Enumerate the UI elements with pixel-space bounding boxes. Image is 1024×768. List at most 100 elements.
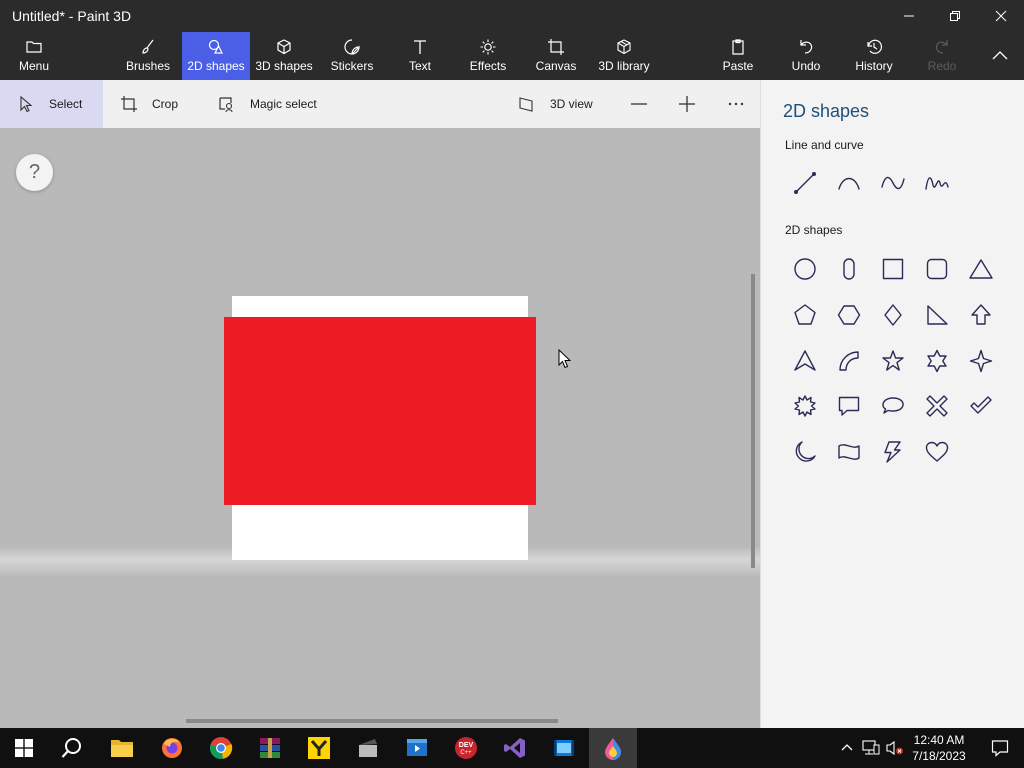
taskbar-file-explorer[interactable] [98, 728, 146, 768]
taskbar-paint-3d[interactable] [589, 728, 637, 768]
canvas-area[interactable]: ? [0, 128, 760, 728]
shape-right-triangle[interactable] [920, 298, 954, 332]
panel-title: 2D shapes [783, 101, 870, 121]
media-player-icon [554, 740, 574, 756]
taskbar-dev-cpp[interactable]: DEV C++ [442, 728, 490, 768]
diamond-icon [884, 304, 902, 326]
canvas-icon [548, 39, 564, 55]
magic-select-label: Magic select [250, 97, 317, 111]
magic-select-button[interactable]: Magic select [218, 80, 317, 128]
tab-brushes[interactable]: Brushes [120, 32, 176, 80]
shape-banner[interactable] [832, 435, 866, 469]
line-tool[interactable] [788, 166, 822, 200]
taskbar-movie-maker[interactable] [393, 728, 441, 768]
shape-five-point-star[interactable] [876, 344, 910, 378]
shape-heart[interactable] [920, 435, 954, 469]
taskbar-firefox[interactable] [148, 728, 196, 768]
shape-arrowhead[interactable] [788, 344, 822, 378]
taskbar-winrar[interactable] [246, 728, 294, 768]
ribbon: Menu Brushes 2D shapes 3D shapes Sticker… [0, 32, 1024, 80]
two-point-curve-tool[interactable] [876, 166, 910, 200]
three-point-curve-tool[interactable] [920, 166, 954, 200]
tab-label: Brushes [125, 59, 171, 73]
square-icon [882, 258, 904, 280]
menu-button[interactable]: Menu [12, 32, 56, 80]
tab-3d-shapes[interactable]: 3D shapes [254, 32, 314, 80]
tab-label: Effects [469, 59, 507, 73]
x-mark-icon [926, 395, 948, 417]
paste-button[interactable]: Paste [718, 32, 758, 80]
toolbar: Select Crop Magic select 3D view [0, 80, 760, 128]
3d-library-icon [617, 39, 631, 55]
undo-button[interactable]: Undo [786, 32, 826, 80]
chevron-up-icon [992, 51, 1008, 60]
more-options-button[interactable] [727, 80, 759, 128]
history-label: History [855, 59, 893, 73]
help-button[interactable]: ? [16, 154, 53, 191]
curve-icon [838, 177, 860, 190]
speech-bubble-icon [838, 396, 860, 416]
3d-view-button[interactable]: 3D view [518, 80, 593, 128]
select-button[interactable]: Select [0, 80, 103, 128]
shape-quarter-circle[interactable] [832, 344, 866, 378]
tab-text[interactable]: Text [400, 32, 440, 80]
shape-circle[interactable] [788, 252, 822, 286]
taskbar-video-app[interactable] [344, 728, 392, 768]
search-button[interactable] [48, 728, 96, 768]
system-clock[interactable]: 12:40 AM 7/18/2023 [904, 732, 974, 764]
redo-button[interactable]: Redo [924, 32, 960, 80]
shape-thought-bubble[interactable] [876, 389, 910, 423]
tab-effects[interactable]: Effects [466, 32, 510, 80]
red-rectangle-shape[interactable] [224, 317, 536, 505]
shape-speech-bubble[interactable] [832, 389, 866, 423]
crop-icon [121, 96, 137, 112]
action-center-button[interactable] [976, 728, 1024, 768]
shape-diamond[interactable] [876, 298, 910, 332]
volume-button[interactable] [884, 728, 906, 768]
shape-capsule[interactable] [832, 252, 866, 286]
notification-icon [991, 740, 1009, 757]
right-triangle-icon [927, 305, 948, 325]
shape-crescent[interactable] [788, 435, 822, 469]
tab-canvas[interactable]: Canvas [534, 32, 578, 80]
shape-check-mark[interactable] [964, 389, 998, 423]
zoom-out-button[interactable] [630, 80, 662, 128]
shape-six-point-star[interactable] [920, 344, 954, 378]
show-hidden-icons-button[interactable] [836, 728, 858, 768]
shape-four-point-star[interactable] [964, 344, 998, 378]
shape-lightning-bolt[interactable] [876, 435, 910, 469]
crop-button[interactable]: Crop [120, 80, 178, 128]
crop-label: Crop [152, 97, 179, 111]
curve-tool[interactable] [832, 166, 866, 200]
redo-icon [935, 40, 948, 54]
shape-rounded-square[interactable] [920, 252, 954, 286]
tab-stickers[interactable]: Stickers [326, 32, 378, 80]
restore-button[interactable] [932, 0, 978, 32]
network-button[interactable] [860, 728, 882, 768]
shape-burst[interactable] [788, 389, 822, 423]
shape-hexagon[interactable] [832, 298, 866, 332]
window-title: Untitled* - Paint 3D [12, 8, 132, 24]
tab-2d-shapes[interactable]: 2D shapes [182, 32, 250, 80]
shape-arrow-up[interactable] [964, 298, 998, 332]
taskbar-media-player[interactable] [540, 728, 588, 768]
close-button[interactable] [978, 0, 1024, 32]
line-icon [794, 172, 817, 195]
history-button[interactable]: History [852, 32, 896, 80]
taskbar-visual-studio[interactable] [491, 728, 539, 768]
shape-pentagon[interactable] [788, 298, 822, 332]
minimize-button[interactable] [886, 0, 932, 32]
start-button[interactable] [0, 728, 48, 768]
taskbar-chrome[interactable] [197, 728, 245, 768]
chrome-icon [210, 737, 233, 759]
taskbar-yandex[interactable] [295, 728, 343, 768]
zoom-in-button[interactable] [678, 80, 710, 128]
vertical-scrollbar[interactable] [751, 274, 755, 568]
shape-square[interactable] [876, 252, 910, 286]
horizontal-scrollbar[interactable] [186, 719, 558, 723]
shape-triangle[interactable] [964, 252, 998, 286]
shape-x-mark[interactable] [920, 389, 954, 423]
title-bar: Untitled* - Paint 3D [0, 0, 1024, 32]
tab-3d-library[interactable]: 3D library [596, 32, 652, 80]
collapse-ribbon-button[interactable] [982, 32, 1018, 80]
